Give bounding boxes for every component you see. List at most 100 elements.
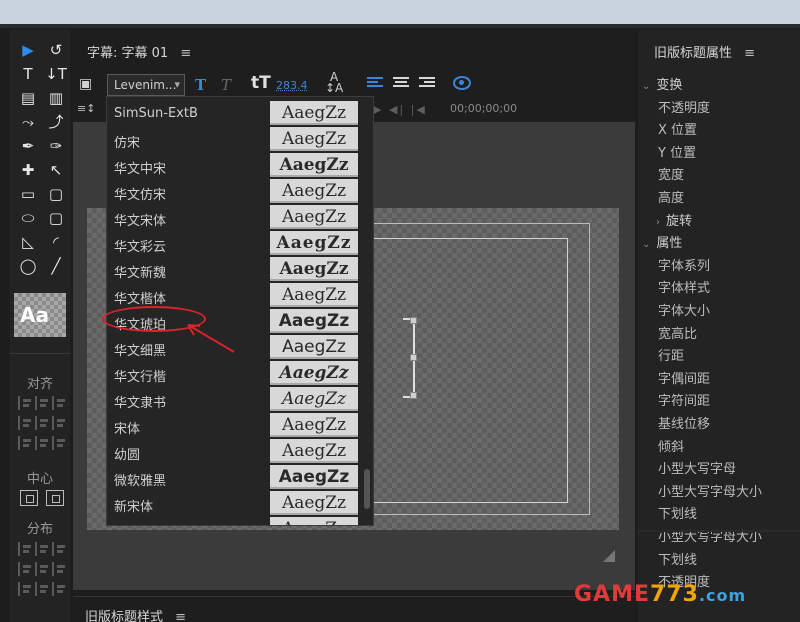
align-text-right-icon[interactable] [419,77,435,91]
font-option[interactable]: 仿宋 AaegZz [107,127,373,153]
font-option[interactable]: 华文仿宋 AaegZz [107,179,373,205]
align-text-left-icon[interactable] [367,77,383,91]
align-bottom-icon[interactable] [52,416,66,430]
show-background-video-icon[interactable] [453,76,471,90]
property-item[interactable]: 倾斜 [658,436,684,455]
align-row3-b-icon[interactable] [35,436,49,450]
align-row3-a-icon[interactable] [18,436,32,450]
vertical-area-type-tool-icon[interactable]: ▥ [42,86,70,110]
property-item[interactable]: X 位置 [658,119,697,138]
center-horizontal-icon[interactable] [20,490,38,506]
property-section[interactable]: › 旋转 [656,210,692,229]
distribute-6-icon[interactable] [52,562,66,576]
property-item[interactable]: 小型大写字母大小 [658,481,762,500]
align-row3-c-icon[interactable] [52,436,66,450]
font-option[interactable]: 华文隶书 AaegZz [107,387,373,413]
property-item[interactable]: 小型大写字母 [658,458,736,477]
panel-resize-grip[interactable] [603,550,615,562]
distribute-2-icon[interactable] [35,542,49,556]
bold-icon[interactable]: T [195,76,206,94]
area-type-tool-icon[interactable]: ▤ [14,86,42,110]
distribute-9-icon[interactable] [52,582,66,596]
property-item[interactable]: 行距 [658,345,684,364]
line-tool-icon[interactable]: ╱ [42,254,70,278]
wedge-tool-icon[interactable]: ◺ [14,230,42,254]
property-item[interactable]: 基线位移 [658,413,710,432]
kerning-icon[interactable]: A ↕A [325,71,343,94]
align-center-icon[interactable] [35,396,49,410]
resize-handle[interactable] [410,392,417,399]
property-item[interactable]: 字体大小 [658,300,710,319]
convert-anchor-tool-icon[interactable]: ↖ [42,158,70,182]
property-item[interactable]: 字符间距 [658,390,710,409]
vertical-path-type-tool-icon[interactable]: ⤴ [42,110,70,134]
property-item[interactable]: 高度 [658,187,684,206]
distribute-3-icon[interactable] [52,542,66,556]
property-item[interactable]: 字体样式 [658,277,710,296]
distribute-1-icon[interactable] [18,542,32,556]
italic-icon[interactable]: T [221,76,231,94]
align-text-center-icon[interactable] [393,77,409,91]
font-option[interactable]: 华文新魏 AaegZz [107,257,373,283]
font-family-select[interactable]: Levenim... ▾ [107,74,185,96]
font-size-value[interactable]: 283.4 [276,79,308,92]
center-vertical-icon[interactable] [46,490,64,506]
ellipse-tool-icon[interactable]: ◯ [14,254,42,278]
timecode[interactable]: 00;00;00;00 [450,102,517,115]
add-anchor-tool-icon[interactable]: ✚ [14,158,42,182]
chevron-down-icon[interactable]: ⌄ [642,239,650,250]
chevron-right-icon[interactable]: › [656,217,660,228]
property-item[interactable]: 字体系列 [658,255,710,274]
font-option[interactable]: 华文宋体 AaegZz [107,205,373,231]
align-top-icon[interactable] [18,416,32,430]
property-item[interactable]: 宽度 [658,164,684,183]
rotate-tool-icon[interactable]: ↺ [42,38,70,62]
distribute-5-icon[interactable] [35,562,49,576]
chevron-down-icon[interactable]: ⌄ [642,81,650,92]
property-item[interactable]: 小型大写字母大小 [658,526,762,545]
distribute-7-icon[interactable] [18,582,32,596]
delete-anchor-tool-icon[interactable]: ✑ [42,134,70,158]
tab-stops-icon[interactable]: ≡↕ [77,102,95,115]
property-item[interactable]: 下划线 [658,549,697,568]
vertical-type-tool-icon[interactable]: ↓T [42,62,70,86]
path-type-tool-icon[interactable]: ⤳ [14,110,42,134]
panel-menu-icon[interactable]: ≡ [744,46,755,61]
property-item[interactable]: 不透明度 [658,97,710,116]
arc-tool-icon[interactable]: ◜ [42,230,70,254]
align-left-icon[interactable] [18,396,32,410]
rounded-rectangle-tool-icon[interactable]: ⬭ [14,206,42,230]
font-option[interactable]: 华文彩云 AaegZz [107,231,373,257]
type-tool-icon[interactable]: T [14,62,42,86]
font-option[interactable]: SimSun-ExtB AaegZz [107,101,373,127]
font-option[interactable]: 宋体 AaegZz [107,413,373,439]
property-section[interactable]: ⌄ 变换 [642,74,682,93]
panel-menu-icon[interactable]: ≡ [175,610,186,622]
clipped-rectangle-tool-icon[interactable]: ▢ [42,182,70,206]
panel-menu-icon[interactable]: ≡ [180,46,191,61]
font-option[interactable]: 华文行楷 AaegZz [107,361,373,387]
property-item[interactable]: 字偶间距 [658,368,710,387]
font-option[interactable]: 华文中宋 AaegZz [107,153,373,179]
property-item[interactable]: Y 位置 [658,142,696,161]
resize-handle[interactable] [410,354,417,361]
property-item[interactable]: 下划线 [658,503,697,522]
selection-tool-icon[interactable]: ▶ [14,38,42,62]
font-option[interactable]: 新宋体 AaegZz [107,491,373,517]
rounded-corner-tool-icon[interactable]: ▢ [42,206,70,230]
font-option[interactable]: 方正姚体 AaegZz [107,517,373,525]
font-option[interactable]: 华文细黑 AaegZz [107,335,373,361]
font-option[interactable]: 微软雅黑 AaegZz [107,465,373,491]
align-right-icon[interactable] [52,396,66,410]
font-option[interactable]: 幼圆 AaegZz [107,439,373,465]
dropdown-scrollbar[interactable] [364,469,370,509]
distribute-4-icon[interactable] [18,562,32,576]
rectangle-tool-icon[interactable]: ▭ [14,182,42,206]
align-middle-icon[interactable] [35,416,49,430]
playback-controls-icon[interactable]: ▶ ◀| |◀ [373,103,427,116]
property-section[interactable]: ⌄ 属性 [642,232,682,251]
film-roll-icon[interactable]: ▣ [79,76,92,92]
distribute-8-icon[interactable] [35,582,49,596]
property-item[interactable]: 宽高比 [658,323,697,342]
pen-tool-icon[interactable]: ✒ [14,134,42,158]
